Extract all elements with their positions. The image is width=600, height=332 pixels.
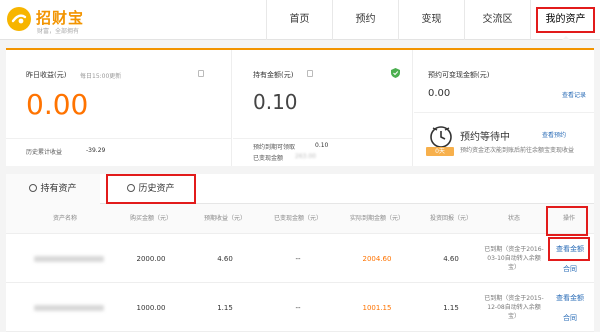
holding-value: 0.10 xyxy=(253,90,298,114)
asset-name-masked xyxy=(34,256,104,262)
coin-icon xyxy=(29,184,38,192)
contract-link[interactable]: 合同 xyxy=(544,264,596,274)
buy-amount: 1000.00 xyxy=(136,304,166,312)
logo-icon[interactable] xyxy=(6,6,32,32)
available-value: 0.00 xyxy=(428,88,451,99)
col-header: 购买金额（元） xyxy=(129,215,172,222)
col-header: 实际到期金额（元） xyxy=(349,215,404,222)
update-note: 每日15:00更新 xyxy=(80,73,122,80)
nav-home[interactable]: 首页 xyxy=(266,0,332,40)
info-icon[interactable] xyxy=(198,70,204,77)
tab-holding-assets[interactable]: 持有资产 xyxy=(6,174,100,204)
realized-value: 263.00 xyxy=(295,153,316,160)
brand-name: 招财宝 xyxy=(36,9,85,27)
shield-icon xyxy=(391,68,400,78)
table-header: 资产名称 购买金额（元） 预期收益（元） 已变现金额（元） 实际到期金额（元） … xyxy=(6,204,594,234)
realized-amount: -- xyxy=(295,304,301,312)
realized-label: 已变现金额 xyxy=(253,155,284,162)
nav-cashout[interactable]: 变现 xyxy=(398,0,464,40)
history-label: 历史累计收益 xyxy=(26,149,63,156)
wait-title: 预约等待中 xyxy=(460,132,510,143)
table-row: 2000.00 4.60 -- 2004.60 4.60 已到期（资金于2016… xyxy=(6,235,594,283)
nav-forum[interactable]: 交流区 xyxy=(464,0,530,40)
due-value: 0.10 xyxy=(315,142,329,149)
status-text: 已到期（资金于2015-12-08自动转入余额宝） xyxy=(484,295,544,320)
holding-label: 持有金额(元) xyxy=(253,71,294,79)
view-amount-link[interactable]: 查看金额 xyxy=(544,293,596,303)
info-icon[interactable] xyxy=(307,70,313,77)
yesterday-label: 昨日收益(元) xyxy=(26,71,67,79)
investment-return: 1.15 xyxy=(443,304,459,312)
nav-my-assets[interactable]: 我的资产 xyxy=(530,0,600,41)
tab-history-assets[interactable]: 历史资产 xyxy=(106,174,196,204)
history-assets-table: 资产名称 购买金额（元） 预期收益（元） 已变现金额（元） 实际到期金额（元） … xyxy=(6,204,594,332)
buy-amount: 2000.00 xyxy=(136,255,166,263)
yesterday-income-panel: 昨日收益(元) 每日15:00更新 0.00 历史累计收益 -39.29 xyxy=(6,50,232,166)
highlight-box xyxy=(548,237,590,261)
available-label: 预约可变现金额(元) xyxy=(428,71,490,79)
due-label: 预约到期可领取 xyxy=(253,144,296,151)
brand-slogan: 财富，全部拥有 xyxy=(37,28,80,35)
wait-description: 预约资金还次能到账后前往余额宝变现收益 xyxy=(460,147,575,154)
highlight-box xyxy=(106,174,196,204)
status-text: 已到期（资金于2016-03-10自动转入余额宝） xyxy=(484,246,544,271)
yesterday-value: 0.00 xyxy=(26,88,89,121)
view-reservation-link[interactable]: 查看预约 xyxy=(542,130,566,139)
operation-cell: 查看金额 合同 xyxy=(544,235,596,283)
active-caret xyxy=(560,36,571,41)
highlight-box xyxy=(536,7,595,33)
contract-link[interactable]: 合同 xyxy=(544,313,596,323)
col-header: 已变现金额（元） xyxy=(273,215,322,222)
col-header: 资产名称 xyxy=(52,215,77,222)
tab-holding-label: 持有资产 xyxy=(40,184,77,194)
asset-name-masked xyxy=(34,305,104,311)
top-header: 招财宝 财富，全部拥有 首页 预约 变现 交流区 我的资产 xyxy=(0,0,600,41)
nav-reserve[interactable]: 预约 xyxy=(332,0,398,40)
divider xyxy=(6,138,231,139)
actual-due-amount: 1001.15 xyxy=(362,304,392,312)
available-panel: 预约可变现金额(元) 0.00 查看记录 0天 预约等待中 查看预约 预约资金还… xyxy=(414,50,594,166)
realized-amount: -- xyxy=(295,255,301,263)
history-value: -39.29 xyxy=(86,147,106,154)
expected-income: 1.15 xyxy=(217,304,233,312)
main-nav: 首页 预约 变现 交流区 我的资产 xyxy=(266,0,600,41)
actual-due-amount: 2004.60 xyxy=(362,255,392,263)
investment-return: 4.60 xyxy=(443,255,459,263)
col-header: 预期收益（元） xyxy=(203,215,246,222)
divider xyxy=(414,112,594,113)
days-badge: 0天 xyxy=(426,147,454,156)
holding-panel: 持有金额(元) 0.10 预约到期可领取 0.10 已变现金额 263.00 xyxy=(233,50,413,166)
table-row: 1000.00 1.15 -- 1001.15 1.15 已到期（资金于2015… xyxy=(6,284,594,332)
view-records-link[interactable]: 查看记录 xyxy=(562,90,586,99)
asset-tabs: 持有资产 历史资产 xyxy=(6,174,594,204)
col-header: 投资回报（元） xyxy=(429,215,472,222)
operation-cell: 查看金额 合同 xyxy=(544,284,596,332)
operation-header-highlight xyxy=(546,206,588,236)
divider xyxy=(233,138,412,139)
col-header: 状态 xyxy=(507,215,520,222)
asset-summary: 昨日收益(元) 每日15:00更新 0.00 历史累计收益 -39.29 持有金… xyxy=(6,48,594,166)
expected-income: 4.60 xyxy=(217,255,233,263)
